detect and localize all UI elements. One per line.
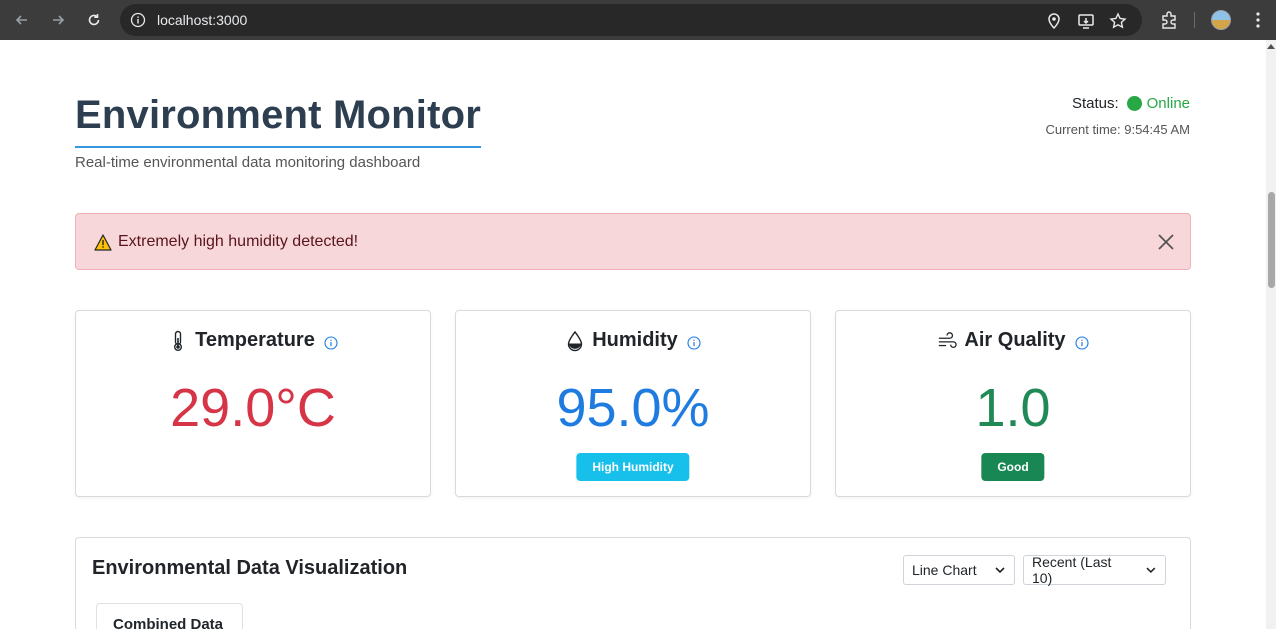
url-text[interactable]: localhost:3000 (157, 12, 247, 28)
humidity-alert: Extremely high humidity detected! (75, 213, 1191, 270)
address-bar[interactable]: localhost:3000 (120, 4, 1142, 36)
humidity-info-icon[interactable] (687, 335, 701, 350)
toolbar-divider (1194, 12, 1195, 28)
extensions-icon[interactable] (1159, 10, 1179, 30)
current-time: Current time: 9:54:45 AM (1045, 122, 1190, 137)
temperature-value: 29.0°C (170, 378, 336, 438)
chart-type-select[interactable]: Line Chart (903, 555, 1015, 585)
title-underline (75, 146, 481, 148)
humidity-card-header: Humidity (456, 329, 810, 352)
droplet-icon (565, 330, 585, 352)
status-value: Online (1146, 95, 1190, 112)
page-scrollbar[interactable] (1266, 40, 1276, 629)
chevron-down-icon (995, 567, 1005, 574)
status-dot-icon (1126, 96, 1142, 111)
site-info-icon[interactable] (130, 12, 146, 28)
scroll-up-arrow-icon[interactable] (1267, 44, 1275, 49)
install-app-icon[interactable] (1077, 12, 1095, 30)
forward-icon[interactable] (46, 8, 70, 32)
data-range-value: Recent (Last 10) (1032, 554, 1112, 586)
air-quality-status-badge: Good (981, 453, 1045, 481)
tab-combined-data[interactable]: Combined Data (96, 603, 243, 629)
temperature-label: Temperature (195, 329, 315, 351)
bookmark-star-icon[interactable] (1109, 12, 1127, 30)
reload-icon[interactable] (82, 8, 106, 32)
temperature-card: Temperature 29.0°C (75, 310, 431, 497)
temperature-info-icon[interactable] (324, 335, 338, 350)
visualization-title: Environmental Data Visualization (92, 557, 408, 579)
data-range-select[interactable]: Recent (Last 10) (1023, 554, 1166, 586)
menu-kebab-icon[interactable] (1248, 10, 1268, 30)
humidity-value: 95.0% (556, 378, 710, 438)
back-icon[interactable] (10, 8, 34, 32)
air-quality-card: Air Quality 1.0 Good (835, 310, 1191, 497)
profile-avatar[interactable] (1211, 10, 1231, 30)
page-title: Environment Monitor (75, 93, 482, 137)
connection-status: Status: Online (1072, 95, 1190, 112)
air-quality-card-header: Air Quality (836, 329, 1190, 352)
warning-icon (94, 234, 112, 251)
alert-message: Extremely high humidity detected! (118, 233, 359, 250)
air-quality-info-icon[interactable] (1075, 335, 1089, 350)
wind-icon (937, 330, 958, 352)
humidity-label: Humidity (592, 329, 678, 351)
page-subtitle: Real-time environmental data monitoring … (75, 154, 421, 171)
browser-toolbar: localhost:3000 (0, 0, 1276, 40)
close-icon[interactable] (1157, 233, 1175, 251)
scrollbar-thumb[interactable] (1268, 192, 1275, 288)
air-quality-value: 1.0 (975, 378, 1051, 438)
thermometer-icon (168, 330, 188, 352)
location-icon[interactable] (1045, 12, 1063, 30)
status-label: Status: (1071, 95, 1119, 112)
air-quality-label: Air Quality (964, 329, 1066, 351)
humidity-status-badge: High Humidity (576, 453, 690, 481)
chart-type-value: Line Chart (912, 562, 977, 578)
temperature-card-header: Temperature (76, 329, 430, 352)
humidity-card: Humidity 95.0% High Humidity (455, 310, 811, 497)
visualization-panel: Environmental Data Visualization Line Ch… (75, 537, 1191, 629)
chevron-down-icon (1146, 567, 1156, 574)
